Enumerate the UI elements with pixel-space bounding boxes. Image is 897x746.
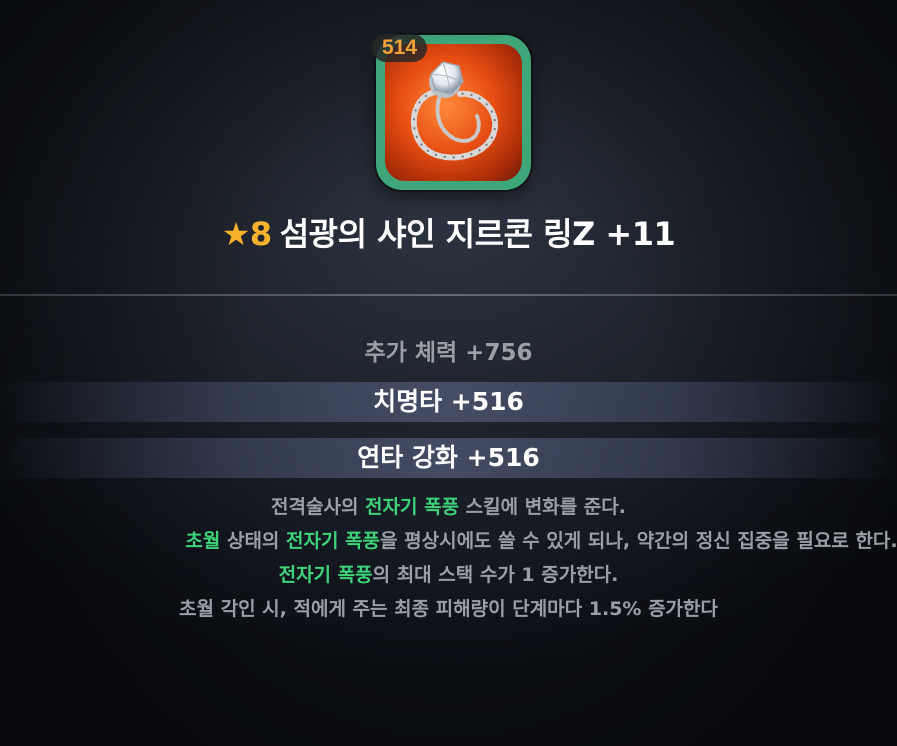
- item-name: 섬광의 샤인 지르콘 링Z +11: [279, 215, 676, 253]
- ring-illustration: [410, 61, 499, 161]
- description-line: 전자기 폭풍의 최대 스택 수가 1 증가한다.: [0, 558, 897, 592]
- item-description: 전격술사의 전자기 폭풍 스킬에 변화를 준다. 초월 상태의 전자기 폭풍을 …: [0, 490, 897, 626]
- description-line-inner: 초월 상태의 전자기 폭풍을 평상시에도 쓸 수 있게 되나, 약간의 정신 집…: [185, 524, 897, 558]
- description-text: 을 평상시에도 쓸 수 있게 되나, 약간의 정신 집중을 필요로 한다.: [380, 530, 897, 552]
- description-line: 전격술사의 전자기 폭풍 스킬에 변화를 준다.: [0, 490, 897, 524]
- zircon-ring-icon: [385, 44, 522, 181]
- description-text: 의 최대 스택 수가 1 증가한다.: [372, 564, 619, 586]
- description-text: 상태의: [220, 530, 287, 552]
- stat-crit: 치명타 +516: [0, 382, 897, 422]
- keyword-transcend: 초월: [185, 530, 221, 552]
- skill-name: 전자기 폭풍: [286, 530, 381, 552]
- description-line: 초월 상태의 전자기 폭풍을 평상시에도 쓸 수 있게 되나, 약간의 정신 집…: [0, 524, 897, 558]
- item-title: ★8 섬광의 샤인 지르콘 링Z +11: [0, 208, 897, 260]
- stat-base: 추가 체력 +756: [364, 340, 533, 366]
- description-text: 스킬에 변화를 준다.: [459, 496, 626, 518]
- description-text: 전격술사의: [271, 496, 366, 518]
- stat-combo: 연타 강화 +516: [0, 438, 897, 478]
- skill-name: 전자기 폭풍: [278, 564, 373, 586]
- item-level-badge: 514: [372, 34, 428, 62]
- star-icon: ★: [221, 215, 251, 253]
- skill-name: 전자기 폭풍: [365, 496, 460, 518]
- item-grade: 8: [249, 215, 272, 253]
- description-line: 초월 각인 시, 적에게 주는 최종 피해량이 단계마다 1.5% 증가한다: [179, 598, 718, 620]
- divider: [0, 294, 897, 296]
